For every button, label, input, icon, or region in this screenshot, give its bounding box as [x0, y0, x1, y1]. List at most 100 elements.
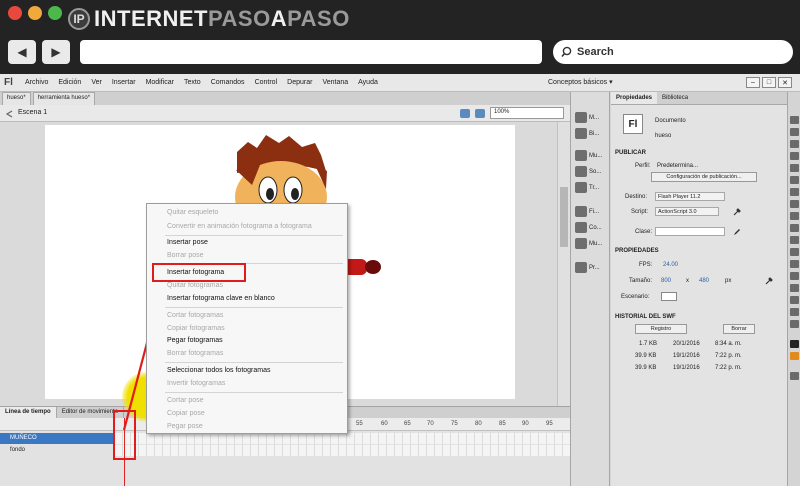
clear-button[interactable]: Borrar [723, 324, 755, 334]
log-button[interactable]: Registro [635, 324, 687, 334]
pen-tool-icon[interactable] [790, 176, 799, 184]
search-icon [561, 46, 572, 58]
menu-item-quitar-fotogramas[interactable]: Quitar fotogramas [167, 282, 223, 289]
wrench-icon[interactable] [765, 277, 773, 285]
rectangle-tool-icon[interactable] [790, 212, 799, 220]
menu-ver[interactable]: Ver [86, 79, 107, 86]
search-box[interactable]: Search [553, 40, 793, 64]
menu-texto[interactable]: Texto [179, 79, 206, 86]
close-icon[interactable]: ✕ [778, 77, 792, 88]
edit-symbol-icon[interactable] [475, 109, 485, 118]
snap-icon[interactable] [790, 372, 799, 380]
stroke-color-icon[interactable] [790, 340, 799, 348]
stage-scrollbar[interactable] [557, 122, 570, 412]
paint-bucket-tool-icon[interactable] [790, 272, 799, 280]
script-label: Script: [631, 209, 649, 215]
line-tool-icon[interactable] [790, 200, 799, 208]
panel-item-6[interactable]: Fi... [575, 206, 599, 217]
menu-item-insertar-fotograma-clave-blanco[interactable]: Insertar fotograma clave en blanco [167, 295, 275, 302]
menu-item-quitar-esqueleto[interactable]: Quitar esqueleto [167, 209, 218, 216]
back-arrow-icon[interactable] [4, 109, 14, 119]
hand-tool-icon[interactable] [790, 308, 799, 316]
size-height[interactable]: 480 [699, 278, 709, 284]
workspace-selector[interactable]: Conceptos básicos ▾ [548, 78, 613, 86]
layer-frames-fondo[interactable] [115, 445, 570, 456]
menu-ayuda[interactable]: Ayuda [353, 79, 383, 86]
layer-fondo[interactable]: fondo [0, 445, 115, 456]
panel-item-1[interactable]: M... [575, 112, 599, 123]
address-bar[interactable] [80, 40, 542, 64]
stage-scroll-thumb[interactable] [560, 187, 568, 247]
tab-hueso[interactable]: hueso* [2, 92, 31, 105]
panel-item-5[interactable]: Tr... [575, 182, 599, 193]
menu-comandos[interactable]: Comandos [206, 79, 250, 86]
pencil-icon[interactable] [733, 228, 741, 236]
panel-item-7[interactable]: Co... [575, 222, 602, 233]
panel-item-9[interactable]: Pr... [575, 262, 600, 273]
menu-item-convertir-animacion[interactable]: Convertir en animación fotograma a fotog… [167, 223, 312, 230]
stage-color-swatch[interactable] [661, 292, 677, 301]
menu-item-seleccionar-todos[interactable]: Seleccionar todos los fotogramas [167, 367, 271, 374]
3d-rotation-tool-icon[interactable] [790, 152, 799, 160]
panel-item-8[interactable]: Mu... [575, 238, 602, 249]
menu-edicion[interactable]: Edición [53, 79, 86, 86]
menu-item-pegar-pose[interactable]: Pegar pose [167, 423, 203, 430]
menu-archivo[interactable]: Archivo [20, 79, 53, 86]
section-swf-history[interactable]: HISTORIAL DEL SWF [615, 314, 676, 320]
menu-item-borrar-pose[interactable]: Borrar pose [167, 252, 204, 259]
minimize-window-icon[interactable] [28, 6, 42, 20]
forward-button[interactable]: ▶ [42, 40, 70, 64]
close-window-icon[interactable] [8, 6, 22, 20]
script-select[interactable]: ActionScript 3.0 [655, 207, 719, 216]
tab-herramienta-hueso[interactable]: herramienta hueso* [32, 92, 96, 105]
fill-color-icon[interactable] [790, 352, 799, 360]
restore-icon[interactable]: □ [762, 77, 776, 88]
bone-tool-icon[interactable] [790, 260, 799, 268]
menu-ventana[interactable]: Ventana [317, 79, 353, 86]
pencil-tool-icon[interactable] [790, 224, 799, 232]
section-properties[interactable]: PROPIEDADES [615, 248, 659, 254]
section-publish[interactable]: PUBLICAR [615, 150, 646, 156]
target-select[interactable]: Flash Player 11.2 [655, 192, 725, 201]
zoom-tool-icon[interactable] [790, 320, 799, 328]
zoom-select[interactable]: 100% [490, 107, 564, 119]
back-button[interactable]: ◀ [8, 40, 36, 64]
tab-properties[interactable]: Propiedades [611, 92, 658, 104]
menu-item-copiar-pose[interactable]: Copiar pose [167, 410, 205, 417]
layer-muneco[interactable]: MUÑECO [0, 433, 115, 444]
menu-depurar[interactable]: Depurar [282, 79, 317, 86]
menu-item-copiar-fotogramas[interactable]: Copiar fotogramas [167, 325, 225, 332]
eraser-tool-icon[interactable] [790, 296, 799, 304]
menu-item-cortar-fotogramas[interactable]: Cortar fotogramas [167, 312, 223, 319]
deco-tool-icon[interactable] [790, 248, 799, 256]
menu-item-insertar-pose[interactable]: Insertar pose [167, 239, 208, 246]
layer-frames-muneco[interactable] [115, 433, 570, 444]
menu-modificar[interactable]: Modificar [141, 79, 179, 86]
lasso-tool-icon[interactable] [790, 164, 799, 172]
wrench-icon[interactable] [733, 208, 741, 216]
tab-library[interactable]: Biblioteca [657, 92, 693, 104]
selection-tool-icon[interactable] [790, 116, 799, 124]
menu-item-pegar-fotogramas[interactable]: Pegar fotogramas [167, 337, 223, 344]
menu-item-borrar-fotogramas[interactable]: Borrar fotogramas [167, 350, 223, 357]
minimize-icon[interactable]: – [746, 77, 760, 88]
edit-scene-icon[interactable] [460, 109, 470, 118]
menu-control[interactable]: Control [250, 79, 283, 86]
menu-item-cortar-pose[interactable]: Cortar pose [167, 397, 204, 404]
eyedropper-tool-icon[interactable] [790, 284, 799, 292]
menu-item-invertir-fotogramas[interactable]: Invertir fotogramas [167, 380, 225, 387]
maximize-window-icon[interactable] [48, 6, 62, 20]
tab-timeline[interactable]: Línea de tiempo [0, 407, 57, 418]
menu-insertar[interactable]: Insertar [107, 79, 141, 86]
publish-settings-button[interactable]: Configuración de publicación... [651, 172, 757, 182]
transform-tool-icon[interactable] [790, 140, 799, 148]
panel-item-4[interactable]: So... [575, 166, 601, 177]
fps-value[interactable]: 24.00 [663, 262, 678, 268]
panel-item-3[interactable]: Mu... [575, 150, 602, 161]
class-input[interactable] [655, 227, 725, 236]
brush-tool-icon[interactable] [790, 236, 799, 244]
panel-item-2[interactable]: Bi... [575, 128, 599, 139]
text-tool-icon[interactable] [790, 188, 799, 196]
size-width[interactable]: 800 [661, 278, 671, 284]
subselection-tool-icon[interactable] [790, 128, 799, 136]
